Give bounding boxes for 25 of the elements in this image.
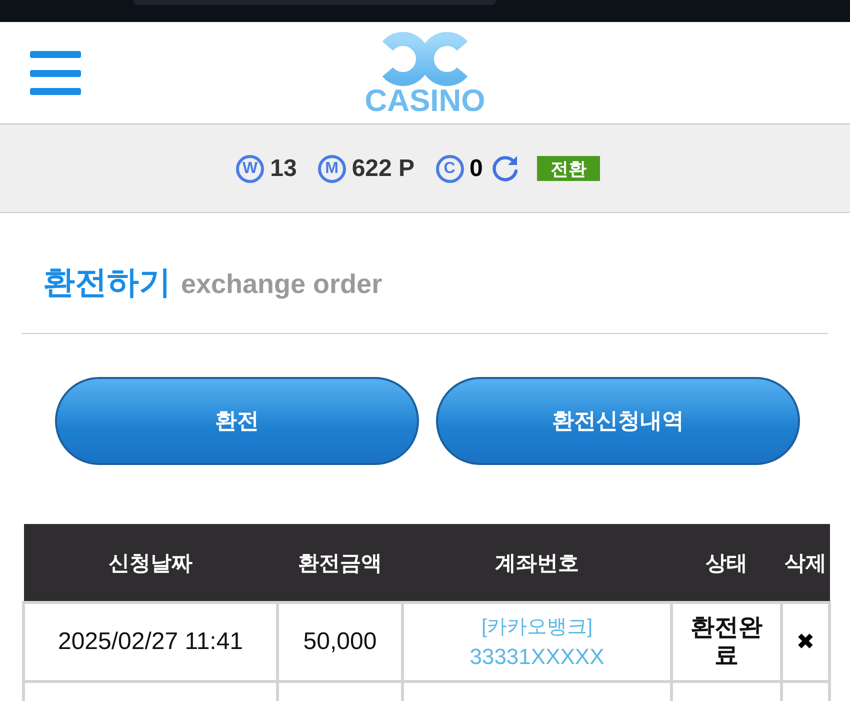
table-cell: 2025/02/27 11:41	[24, 602, 278, 682]
column-header: 환전금액	[278, 524, 402, 602]
currency-symbol: W	[236, 154, 264, 182]
table-cell: 환전완료	[672, 602, 782, 682]
column-header: 삭제	[782, 524, 830, 602]
currency-symbol: C	[436, 154, 464, 182]
delete-button[interactable]: ✖	[796, 630, 815, 655]
menu-icon[interactable]	[30, 50, 81, 94]
table-cell: 50,000	[278, 602, 402, 682]
refresh-icon[interactable]	[490, 154, 520, 184]
exchange-button[interactable]: 환전	[55, 377, 419, 465]
currency-symbol: M	[318, 154, 346, 182]
page-subtitle: exchange order	[181, 268, 382, 301]
history-button[interactable]: 환전신청내역	[436, 377, 800, 465]
balance-value: 13	[270, 154, 297, 182]
logo-text: CASINO	[364, 86, 486, 116]
convert-button[interactable]: 전환	[536, 156, 600, 181]
balance-value: 0	[470, 154, 483, 182]
column-header: 신청날짜	[24, 524, 278, 602]
column-header: 계좌번호	[402, 524, 672, 602]
column-header: 상태	[672, 524, 782, 602]
page-title: 환전하기	[43, 263, 171, 301]
bank-name: [카카오뱅크]	[480, 615, 594, 640]
balance-value: 622 P	[352, 154, 415, 182]
account-number: 33331XXXXX	[468, 643, 606, 671]
